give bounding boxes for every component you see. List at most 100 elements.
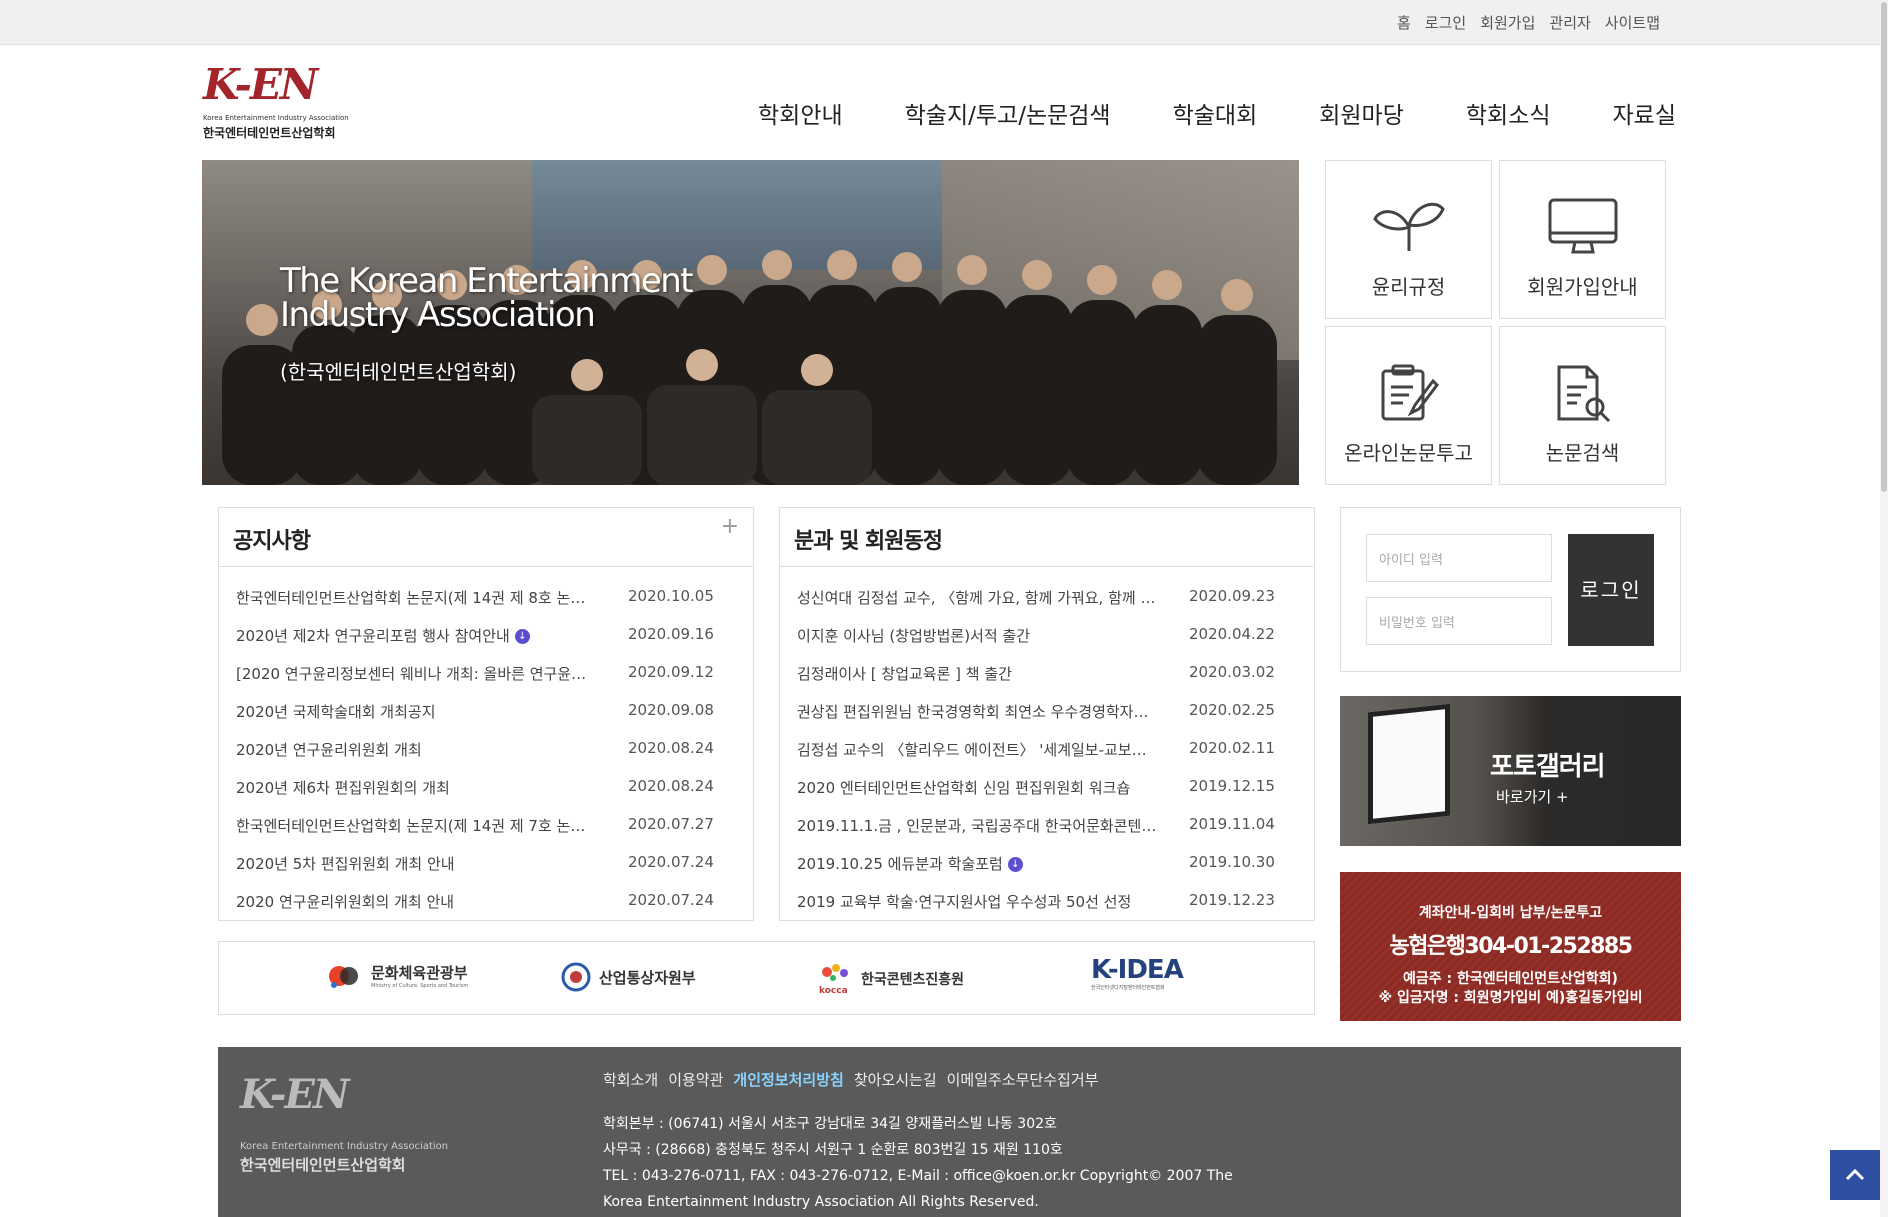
partner-subname: 한국인터넷디지털엔터테인먼트협회	[1091, 985, 1165, 991]
quick-link-paper-search[interactable]: 논문검색	[1499, 326, 1666, 485]
footer-link-email-policy[interactable]: 이메일주소무단수집거부	[947, 1069, 1099, 1090]
photo-gallery-banner[interactable]: 포토갤러리 바로가기 +	[1340, 696, 1681, 846]
logo-mark: K-EN	[203, 60, 318, 109]
list-item[interactable]: 2020년 연구윤리위원회 개최 2020.08.24	[219, 733, 753, 771]
list-item-date: 2020.07.24	[628, 891, 714, 909]
list-item-title-text: 2020년 연구윤리위원회 개최	[236, 741, 422, 759]
list-item[interactable]: [2020 연구윤리정보센터 웨비나 개최: 올바른 연구윤리 안내] 2020.…	[219, 657, 753, 695]
list-item-title[interactable]: 2020년 제2차 연구윤리포럼 행사 참여안내 ↓	[236, 625, 596, 646]
list-item[interactable]: 한국엔터테인먼트산업학회 논문지(제 14권 제 7호 논문모집) 2020.07…	[219, 809, 753, 847]
list-item[interactable]: 2020년 5차 편집위원회 개최 안내 2020.07.24	[219, 847, 753, 885]
gallery-title: 포토갤러리	[1490, 752, 1606, 782]
hero-banner: The Korean Entertainment Industry Associa…	[202, 160, 1299, 485]
list-item[interactable]: 권상집 편집위원님 한국경영학회 최연소 우수경영학자상 수상 2020.02.2…	[780, 695, 1314, 733]
list-item-date: 2020.04.22	[1189, 625, 1275, 643]
top-link-sitemap[interactable]: 사이트맵	[1605, 12, 1660, 33]
list-item-title[interactable]: 성신여대 김정섭 교수, 〈함께 가요, 함께 가꿔요, 함께 누려요〉	[797, 587, 1157, 608]
list-item-title[interactable]: 한국엔터테인먼트산업학회 논문지(제 14권 제 7호 논문모집)	[236, 815, 596, 836]
list-item-title[interactable]: [2020 연구윤리정보센터 웨비나 개최: 올바른 연구윤리 안내]	[236, 663, 596, 684]
list-item-date: 2020.09.23	[1189, 587, 1275, 605]
list-item-date: 2019.12.23	[1189, 891, 1275, 909]
login-button[interactable]: 로그인	[1568, 534, 1654, 646]
back-to-top-button[interactable]	[1830, 1150, 1880, 1200]
list-item[interactable]: 성신여대 김정섭 교수, 〈함께 가요, 함께 가꿔요, 함께 누려요〉 2020…	[780, 581, 1314, 619]
list-item[interactable]: 2020년 제6차 편집위원회의 개최 2020.08.24	[219, 771, 753, 809]
list-item[interactable]: 이지훈 이사님 (창업방법론)서적 출간 2020.04.22	[780, 619, 1314, 657]
list-item[interactable]: 김정섭 교수의 〈할리우드 에이전트〉 '세계일보-교보문고 추천도서' 2020…	[780, 733, 1314, 771]
list-item-title[interactable]: 권상집 편집위원님 한국경영학회 최연소 우수경영학자상 수상	[797, 701, 1157, 722]
list-item-title[interactable]: 김정래이사 [ 창업교육론 ] 책 출간	[797, 663, 1157, 684]
list-item-date: 2020.07.27	[628, 815, 714, 833]
top-link-login[interactable]: 로그인	[1425, 12, 1466, 33]
top-link-admin[interactable]: 관리자	[1549, 12, 1590, 33]
list-item[interactable]: 2019.10.25 에듀분과 학술포럼 ↓ 2019.10.30	[780, 847, 1314, 885]
list-item-title[interactable]: 2020년 5차 편집위원회 개최 안내	[236, 853, 596, 874]
list-item-title[interactable]: 2020년 제6차 편집위원회의 개최	[236, 777, 596, 798]
list-item-title[interactable]: 2019.10.25 에듀분과 학술포럼 ↓	[797, 853, 1157, 874]
scrollbar-thumb[interactable]	[1881, 2, 1887, 492]
list-item-title[interactable]: 2019 교육부 학술·연구지원사업 우수성과 50선 선정	[797, 891, 1157, 912]
logo-korean-name: 한국엔터테인먼트산업학회	[203, 126, 336, 140]
list-item[interactable]: 김정래이사 [ 창업교육론 ] 책 출간 2020.03.02	[780, 657, 1314, 695]
footer-links: 학회소개 이용약관 개인정보처리방침 찾아오시는길 이메일주소무단수집거부	[603, 1069, 1098, 1090]
list-item-title[interactable]: 2020년 연구윤리위원회 개최	[236, 739, 596, 760]
list-item-title-text: 2020 엔터테인먼트산업학회 신임 편집위원회 워크숍	[797, 779, 1131, 797]
list-item-title[interactable]: 2020 엔터테인먼트산업학회 신임 편집위원회 워크숍	[797, 777, 1157, 798]
nav-item-members[interactable]: 회원마당	[1319, 96, 1404, 130]
username-input[interactable]: 아이디 입력	[1366, 534, 1552, 582]
partner-subname: Ministry of Culture, Sports and Tourism	[371, 983, 469, 989]
main-navigation: 학회안내 학술지/투고/논문검색 학술대회 회원마당 학회소식 자료실	[758, 96, 1738, 130]
list-item-title[interactable]: 이지훈 이사님 (창업방법론)서적 출간	[797, 625, 1157, 646]
bank-account-number: 농협은행304-01-252885	[1389, 934, 1633, 959]
password-input[interactable]: 비밀번호 입력	[1366, 597, 1552, 645]
list-item-date: 2019.12.15	[1189, 777, 1275, 795]
notice-board-title: 공지사항	[233, 529, 311, 554]
footer-link-privacy[interactable]: 개인정보처리방침	[733, 1069, 843, 1090]
top-links: 홈 로그인 회원가입 관리자 사이트맵	[1397, 12, 1660, 33]
partner-motie[interactable]: 산업통상자원부	[561, 962, 696, 992]
quick-link-membership[interactable]: 회원가입안내	[1499, 160, 1666, 319]
list-item-title-text: 한국엔터테인먼트산업학회 논문지(제 14권 제 8호 논문모집)	[236, 589, 596, 607]
page-scrollbar[interactable]	[1880, 0, 1888, 1217]
list-item-title[interactable]: 2019.11.1.금 , 인문분과, 국립공주대 한국어문화콘텐츠 학술대회	[797, 815, 1157, 836]
list-item-title[interactable]: 2020년 국제학술대회 개최공지	[236, 701, 596, 722]
partner-mcst[interactable]: 문화체육관광부 Ministry of Culture, Sports and …	[327, 962, 468, 989]
list-item-title[interactable]: 2020 연구윤리위원회의 개최 안내	[236, 891, 596, 912]
list-item[interactable]: 2019 교육부 학술·연구지원사업 우수성과 50선 선정 2019.12.23	[780, 885, 1314, 923]
gallery-link[interactable]: 바로가기 +	[1496, 786, 1569, 807]
nav-item-conference[interactable]: 학술대회	[1173, 96, 1258, 130]
list-item[interactable]: 2020년 제2차 연구윤리포럼 행사 참여안내 ↓ 2020.09.16	[219, 619, 753, 657]
list-item-title[interactable]: 김정섭 교수의 〈할리우드 에이전트〉 '세계일보-교보문고 추천도서'	[797, 739, 1157, 760]
site-logo[interactable]: K-EN Korea Entertainment Industry Associ…	[203, 62, 363, 152]
nav-item-archive[interactable]: 자료실	[1613, 96, 1676, 130]
list-item-title[interactable]: 한국엔터테인먼트산업학회 논문지(제 14권 제 8호 논문모집)	[236, 587, 596, 608]
notice-more-button[interactable]: +	[721, 514, 739, 539]
partner-kocca[interactable]: kocca 한국콘텐츠진흥원	[819, 962, 964, 996]
top-link-home[interactable]: 홈	[1397, 12, 1411, 33]
footer-link-directions[interactable]: 찾아오시는길	[854, 1069, 937, 1090]
quick-link-submission[interactable]: 온라인논문투고	[1325, 326, 1492, 485]
list-item[interactable]: 한국엔터테인먼트산업학회 논문지(제 14권 제 8호 논문모집) 2020.10…	[219, 581, 753, 619]
footer-link-about[interactable]: 학회소개	[603, 1069, 658, 1090]
footer-address-office: 사무국 : (28668) 충청북도 청주시 서원구 1 순환로 803번길 1…	[603, 1142, 1063, 1158]
list-item[interactable]: 2020년 국제학술대회 개최공지 2020.09.08	[219, 695, 753, 733]
site-footer: K-EN Korea Entertainment Industry Associ…	[218, 1047, 1681, 1217]
list-item-date: 2020.02.11	[1189, 739, 1275, 757]
partner-name: 문화체육관광부	[371, 964, 468, 982]
hero-title: The Korean Entertainment Industry Associa…	[280, 264, 694, 332]
clipboard-pen-icon	[1381, 364, 1439, 421]
list-item-date: 2020.03.02	[1189, 663, 1275, 681]
partner-name: 산업통상자원부	[599, 968, 696, 987]
nav-item-journal[interactable]: 학술지/투고/논문검색	[905, 96, 1111, 130]
footer-link-terms[interactable]: 이용약관	[668, 1069, 723, 1090]
list-item[interactable]: 2020 연구윤리위원회의 개최 안내 2020.07.24	[219, 885, 753, 923]
list-item-date: 2020.08.24	[628, 777, 714, 795]
partner-kidea[interactable]: K-IDEA 한국인터넷디지털엔터테인먼트협회	[1091, 956, 1184, 991]
list-item[interactable]: 2020 엔터테인먼트산업학회 신임 편집위원회 워크숍 2019.12.15	[780, 771, 1314, 809]
nav-item-news[interactable]: 학회소식	[1466, 96, 1551, 130]
nav-item-about[interactable]: 학회안내	[758, 96, 843, 130]
quick-link-ethics[interactable]: 윤리규정	[1325, 160, 1492, 319]
list-item[interactable]: 2019.11.1.금 , 인문분과, 국립공주대 한국어문화콘텐츠 학술대회 2…	[780, 809, 1314, 847]
list-item-date: 2020.09.16	[628, 625, 714, 643]
top-link-signup[interactable]: 회원가입	[1480, 12, 1535, 33]
